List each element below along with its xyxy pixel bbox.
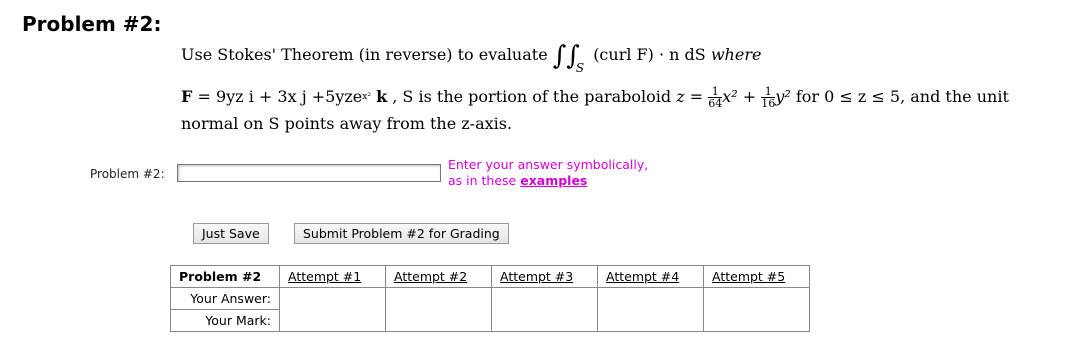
submit-problem-button[interactable]: Submit Problem #2 for Grading bbox=[294, 223, 509, 244]
problem-statement-line3: normal on S points away from the z-axis. bbox=[181, 114, 513, 133]
attempt-2-link[interactable]: Attempt #2 bbox=[394, 269, 467, 284]
plus-sign-2: + bbox=[311, 87, 326, 106]
z-equation: z = bbox=[676, 87, 704, 106]
fraction-1-16: 1 16 bbox=[761, 85, 776, 110]
attempt-5-header[interactable]: Attempt #5 bbox=[703, 265, 810, 288]
your-answer-label: Your Answer: bbox=[170, 287, 280, 310]
attempt-3-link[interactable]: Attempt #3 bbox=[500, 269, 573, 284]
equals-sign: = bbox=[197, 87, 211, 106]
range-text: for 0 ≤ z ≤ 5, and the unit bbox=[795, 87, 1009, 106]
your-mark-label: Your Mark: bbox=[170, 309, 280, 332]
your-answer-row: Your Answer: bbox=[170, 287, 810, 332]
field-j-term: 3x j bbox=[277, 87, 307, 106]
integral-subscript: S bbox=[575, 61, 585, 75]
attempt-5-cell bbox=[703, 287, 810, 332]
where-text: where bbox=[710, 45, 762, 64]
examples-link[interactable]: examples bbox=[520, 173, 587, 188]
field-name: F bbox=[181, 87, 193, 106]
answer-input[interactable] bbox=[177, 164, 441, 182]
attempt-2-header[interactable]: Attempt #2 bbox=[385, 265, 492, 288]
problem-statement-line1: Use Stokes' Theorem (in reverse) to eval… bbox=[181, 37, 762, 75]
plus-sign-1: + bbox=[258, 87, 273, 106]
hint-prefix: as in these bbox=[448, 173, 517, 188]
instruction-text: Use Stokes' Theorem (in reverse) to eval… bbox=[181, 45, 548, 64]
field-i-term: 9yz i bbox=[215, 87, 254, 106]
hint-line2: as in these examples bbox=[448, 173, 648, 189]
just-save-button[interactable]: Just Save bbox=[193, 223, 269, 244]
attempt-1-header[interactable]: Attempt #1 bbox=[279, 265, 386, 288]
answer-label: Problem #2: bbox=[90, 167, 165, 181]
attempts-header-row: Problem #2 Attempt #1 Attempt #2 Attempt… bbox=[170, 265, 810, 288]
field-k-exponent: x² bbox=[362, 92, 371, 102]
problem-title: Problem #2: bbox=[22, 12, 162, 36]
fraction-1-64: 1 64 bbox=[708, 85, 723, 110]
attempt-4-header[interactable]: Attempt #4 bbox=[597, 265, 704, 288]
integrand: (curl F) · n dS bbox=[593, 45, 706, 64]
attempt-2-cell bbox=[385, 287, 492, 332]
hint-line1: Enter your answer symbolically, bbox=[448, 157, 649, 172]
x-squared: x² bbox=[722, 87, 738, 106]
y-squared: y² bbox=[775, 87, 791, 106]
k-vector: k bbox=[376, 87, 388, 106]
attempts-table: Problem #2 Attempt #1 Attempt #2 Attempt… bbox=[170, 265, 810, 332]
problem-statement-line2: F = 9yz i + 3x j +5yzex² k , S is the po… bbox=[181, 86, 1009, 109]
plus-sign-3: + bbox=[742, 87, 757, 106]
answer-hint: Enter your answer symbolically, as in th… bbox=[448, 157, 648, 189]
attempt-1-link[interactable]: Attempt #1 bbox=[288, 269, 361, 284]
attempt-3-header[interactable]: Attempt #3 bbox=[491, 265, 598, 288]
attempt-4-cell bbox=[597, 287, 704, 332]
attempts-header-label: Problem #2 bbox=[170, 265, 280, 288]
attempt-1-cell bbox=[279, 287, 386, 332]
surface-description: , S is the portion of the paraboloid bbox=[392, 87, 672, 106]
attempt-4-link[interactable]: Attempt #4 bbox=[606, 269, 679, 284]
field-k-coeff: 5yze bbox=[325, 87, 363, 106]
attempt-5-link[interactable]: Attempt #5 bbox=[712, 269, 785, 284]
attempt-3-cell bbox=[491, 287, 598, 332]
